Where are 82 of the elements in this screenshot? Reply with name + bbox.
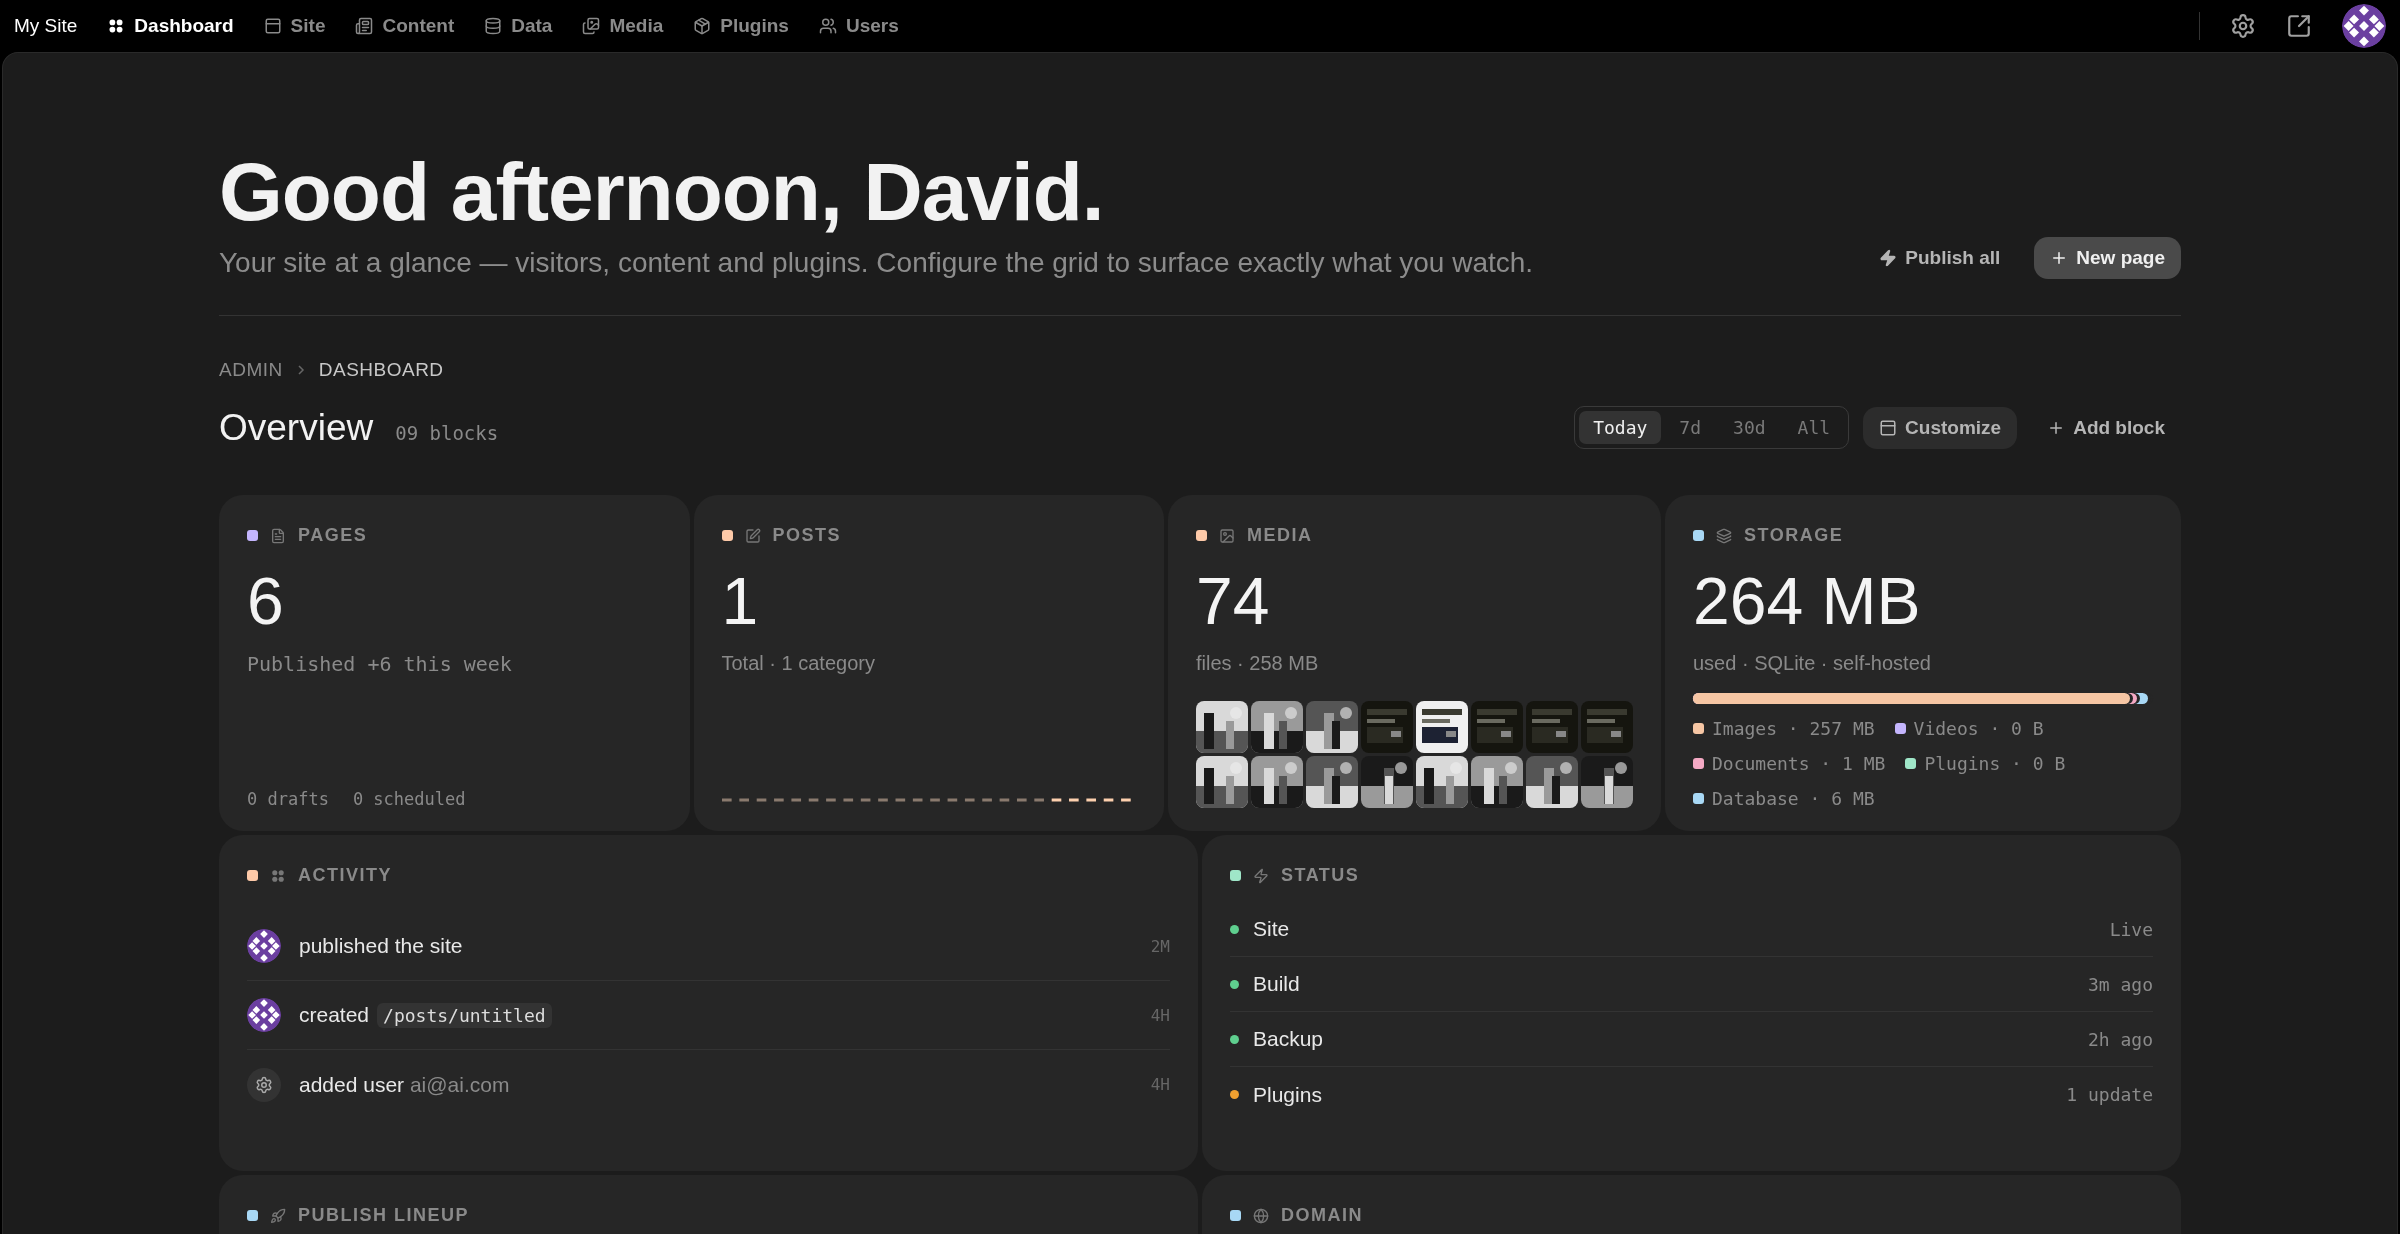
storage-amount: 264 MB	[1693, 568, 1922, 634]
activity-time: 4H	[1150, 1075, 1170, 1094]
pages-stat: 0 scheduled	[352, 789, 466, 809]
status-label: Plugins	[1253, 1082, 1323, 1107]
card-title: PUBLISH LINEUP	[298, 1205, 469, 1226]
path-code: /posts/untitled	[377, 1002, 552, 1028]
avatar-icon	[2342, 4, 2386, 48]
block-count: 09 blocks	[395, 421, 499, 444]
card-title: STATUS	[1281, 865, 1360, 886]
card-title: ACTIVITY	[298, 865, 392, 886]
rocket-icon	[270, 1207, 286, 1224]
status-value: 2h ago	[2087, 1028, 2153, 1050]
status-value: 1 update	[2066, 1084, 2153, 1105]
posts-caption: Total · 1 category	[721, 652, 876, 675]
users-icon	[818, 17, 837, 35]
window-icon	[1879, 418, 1898, 437]
document-icon	[270, 527, 286, 544]
activity-text: added user ai@ai.com	[299, 1072, 510, 1097]
legend-label: Videos · 0 B	[1913, 718, 2044, 739]
avatar-icon	[247, 998, 281, 1032]
status-value: Live	[2109, 918, 2153, 940]
customize-button[interactable]: Customize	[1863, 406, 2018, 449]
new-page-button[interactable]: New page	[2034, 237, 2181, 279]
edit-icon	[744, 527, 761, 544]
database-icon	[484, 17, 503, 35]
activity-text: created	[299, 1003, 370, 1027]
status-value: 3m ago	[2087, 973, 2153, 995]
range-tab[interactable]: 30d	[1719, 411, 1780, 444]
storage-caption: used · SQLite · self-hosted	[1693, 652, 1932, 675]
legend-label: Plugins · 0 B	[1924, 753, 2066, 774]
lightning-icon	[1253, 867, 1269, 884]
newspaper-icon	[355, 17, 374, 35]
media-count: 74	[1196, 568, 1271, 634]
pinwheel-icon	[270, 867, 286, 884]
status-label: Build	[1253, 972, 1301, 996]
nav-item[interactable]: Media	[582, 15, 664, 37]
globe-icon	[1253, 1207, 1269, 1224]
breadcrumb-link[interactable]: DASHBOARD	[318, 359, 444, 381]
pages-caption: Published +6 this week	[247, 652, 513, 676]
nav-item[interactable]: Content	[355, 15, 455, 37]
range-tab[interactable]: Today	[1579, 411, 1662, 444]
post-count: 1	[721, 568, 760, 634]
publish-button[interactable]: Publish all	[1863, 237, 2017, 279]
add-block-button[interactable]: Add block	[2031, 406, 2181, 449]
legend-label: Database · 6 MB	[1712, 788, 1875, 809]
settings-icon[interactable]	[2230, 13, 2256, 39]
card-title: POSTS	[772, 525, 841, 546]
card-title: MEDIA	[1247, 525, 1313, 546]
range-tab[interactable]: All	[1783, 411, 1845, 444]
card-title: PAGES	[298, 525, 368, 546]
images-icon	[582, 17, 601, 35]
page-count: 6	[247, 568, 285, 634]
media-caption: files · 258 MB	[1196, 652, 1320, 675]
activity-time: 4H	[1150, 1005, 1170, 1025]
status-label: Site	[1253, 917, 1291, 941]
site-name[interactable]: My Site	[14, 15, 78, 37]
package-icon	[693, 17, 712, 35]
overview-title: Overview	[219, 406, 374, 449]
nav-item[interactable]: Users	[818, 15, 899, 37]
nav-item[interactable]: Plugins	[693, 15, 789, 37]
legend-label: Documents · 1 MB	[1712, 753, 1886, 774]
nav-item[interactable]: Data	[484, 15, 553, 37]
pages-stat: 0 drafts	[247, 789, 329, 809]
legend-label: Images · 257 MB	[1712, 718, 1875, 739]
card-title: DOMAIN	[1281, 1205, 1363, 1226]
external-link-icon[interactable]	[2286, 13, 2312, 39]
greeting-subtitle: Your site at a glance — visitors, content and plugins. Configure the grid to surface exactly what you watch.	[219, 247, 1534, 279]
status-label: Backup	[1253, 1027, 1325, 1051]
activity-text: published the site	[299, 934, 463, 958]
nav-item[interactable]: Site	[263, 15, 326, 37]
greeting-title: Good afternoon, David.	[219, 151, 1105, 233]
avatar-icon	[247, 929, 281, 963]
gear-avatar-icon	[247, 1067, 281, 1102]
window-icon	[263, 17, 282, 35]
activity-time: 2M	[1150, 936, 1170, 956]
breadcrumb-link[interactable]: ADMIN	[219, 359, 283, 381]
card-title: STORAGE	[1744, 525, 1844, 546]
range-tab[interactable]: 7d	[1665, 411, 1716, 444]
nav-item[interactable]: Dashboard	[107, 15, 234, 37]
layers-icon	[1716, 527, 1732, 544]
image-icon	[1219, 527, 1235, 544]
lightning-icon	[1879, 249, 1898, 267]
